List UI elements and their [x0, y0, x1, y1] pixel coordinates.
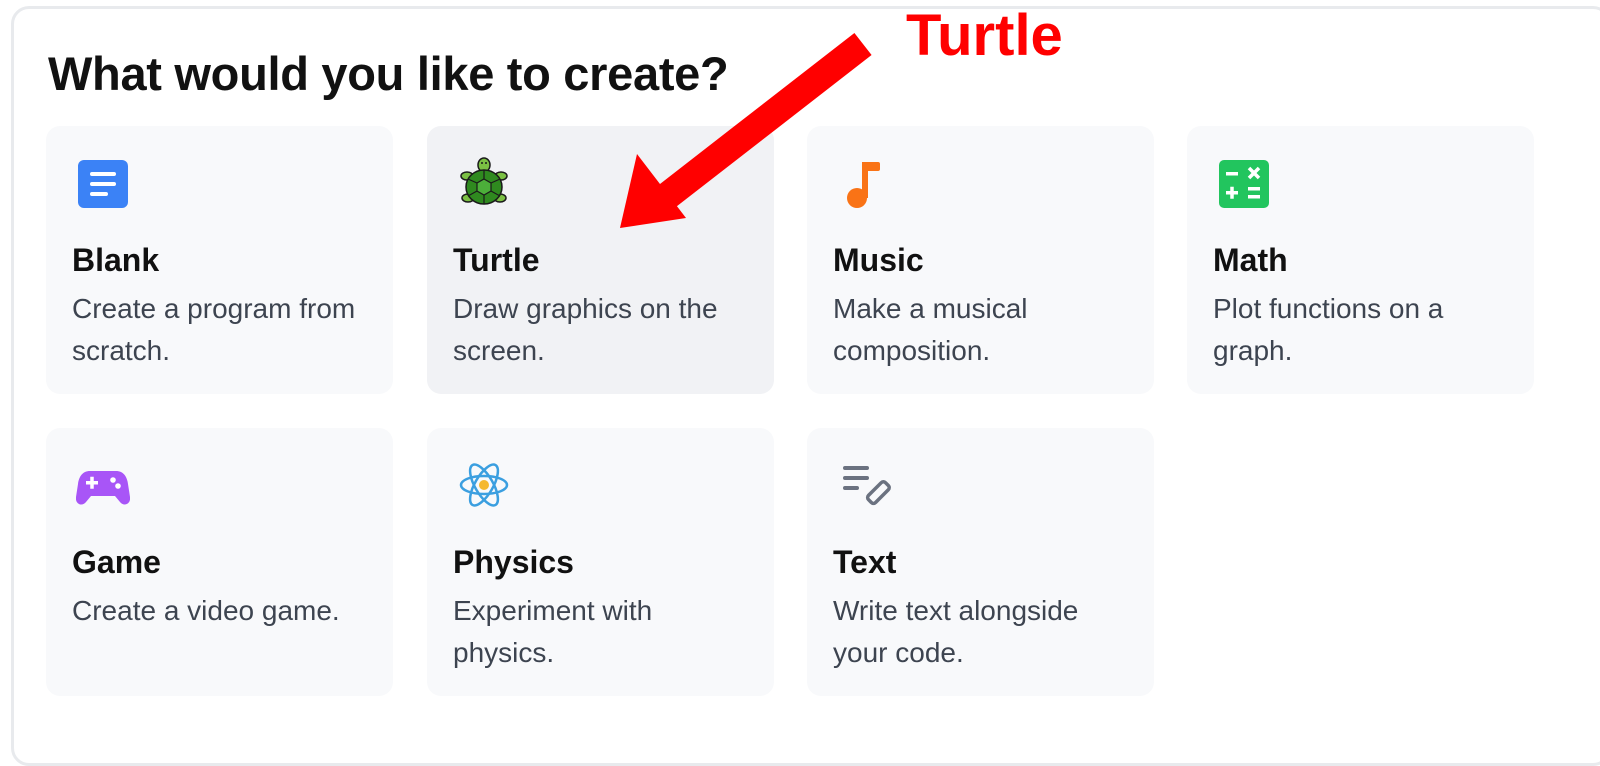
card-blank[interactable]: Blank Create a program from scratch. [46, 126, 393, 394]
card-math[interactable]: Math Plot functions on a graph. [1187, 126, 1534, 394]
card-description: Plot functions on a graph. [1213, 293, 1444, 366]
calculator-icon [1217, 156, 1271, 210]
card-description: Create a program from scratch. [72, 293, 356, 366]
card-music[interactable]: Music Make a musical composition. [807, 126, 1154, 394]
card-title: Physics [453, 544, 574, 580]
card-description: Draw graphics on the screen. [453, 293, 718, 366]
card-title: Game [72, 544, 161, 580]
document-icon [76, 156, 130, 210]
card-description: Write text alongside your code. [833, 595, 1079, 668]
music-note-icon [837, 156, 891, 210]
page-title: What would you like to create? [48, 47, 729, 100]
card-title: Math [1213, 242, 1288, 278]
card-game[interactable]: Game Create a video game. [46, 428, 393, 696]
turtle-icon [457, 156, 511, 210]
card-title: Text [833, 544, 897, 580]
card-title: Turtle [453, 242, 540, 278]
text-edit-icon [837, 458, 891, 512]
gamepad-icon [76, 458, 130, 512]
atom-icon [457, 458, 511, 512]
card-physics[interactable]: Physics Experiment with physics. [427, 428, 774, 696]
card-turtle[interactable]: Turtle Draw graphics on the screen. [427, 126, 774, 394]
annotation-label: Turtle [906, 3, 1063, 68]
card-title: Music [833, 242, 924, 278]
card-text[interactable]: Text Write text alongside your code. [807, 428, 1154, 696]
card-title: Blank [72, 242, 160, 278]
card-description: Make a musical composition. [833, 293, 1028, 366]
card-description: Experiment with physics. [453, 595, 653, 668]
card-description: Create a video game. [72, 595, 340, 626]
